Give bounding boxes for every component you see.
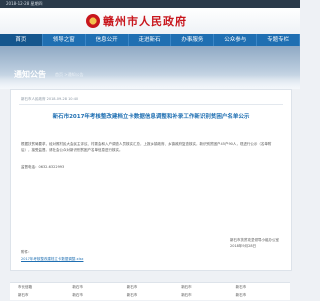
footer-tabs: 政府网站 新闻 学习网站 xyxy=(10,272,290,288)
site-header: 赣州市人民政府 xyxy=(0,8,300,34)
supervision-phone: 监督电话：0632-6322993 xyxy=(21,165,65,169)
nav-leaders[interactable]: 领导之窗 xyxy=(43,34,86,46)
attachment-label: 附件： xyxy=(21,250,32,254)
article-card: 新石市人民政府 2018-09-28 10:40 新石市2017年考核整改建档立… xyxy=(10,89,292,271)
breadcrumb[interactable]: 首页 >通知公告 xyxy=(55,72,84,78)
page-title: 通知公告 xyxy=(14,70,46,79)
date-text: 2018-12-28 星期四 xyxy=(6,1,43,6)
article-title: 新石市2017年考核整改建档立卡数据信息调整和补录工作新识别贫困户名单公示 xyxy=(52,114,250,120)
emblem-icon xyxy=(86,14,100,28)
divider xyxy=(19,104,283,105)
nav-services[interactable]: 办事服务 xyxy=(171,34,215,46)
nav-about[interactable]: 走进新石 xyxy=(129,34,172,46)
nav-topics[interactable]: 专题专栏 xyxy=(257,34,301,46)
main-nav: 首页 领导之窗 信息公开 走进新石 办事服务 公众参与 专题专栏 xyxy=(0,34,301,46)
top-bar: 2018-12-28 星期四 xyxy=(0,0,300,8)
logo-text: 赣州市人民政府 xyxy=(103,15,187,28)
footer-link[interactable]: 市长信箱 xyxy=(18,285,72,293)
footer-link[interactable]: 新石市 xyxy=(236,285,290,293)
site-logo[interactable]: 赣州市人民政府 xyxy=(86,13,187,29)
nav-home[interactable]: 首页 xyxy=(0,34,43,46)
article-meta: 新石市人民政府 2018-09-28 10:40 xyxy=(21,97,79,101)
signature-date: 2018年9月28日 xyxy=(230,244,257,248)
nav-public[interactable]: 公众参与 xyxy=(214,34,258,46)
footer-links: 市长信箱 新石市 新石市 新石市 新石市 新石市 新石市 新石市 新石市 新石市 xyxy=(10,282,290,300)
article-body: 根据扶贫局要求，经对照村民大会民主评议、村委会和入户调查人员核实汇总，上报乡镇政… xyxy=(21,142,272,152)
footer-link[interactable]: 新石市 xyxy=(127,285,181,293)
attachment-link[interactable]: 2017年考核整改建档立卡数据调整.xlsx xyxy=(21,257,83,262)
footer-link[interactable]: 新石市 xyxy=(181,285,235,293)
nav-info[interactable]: 信息公开 xyxy=(86,34,129,46)
page-banner: 通知公告 首页 >通知公告 xyxy=(0,46,300,89)
footer-link[interactable]: 新石市 xyxy=(72,285,126,293)
signature: 新石市扶贫攻坚领导小组办公室 2018年9月28日 xyxy=(230,237,279,249)
